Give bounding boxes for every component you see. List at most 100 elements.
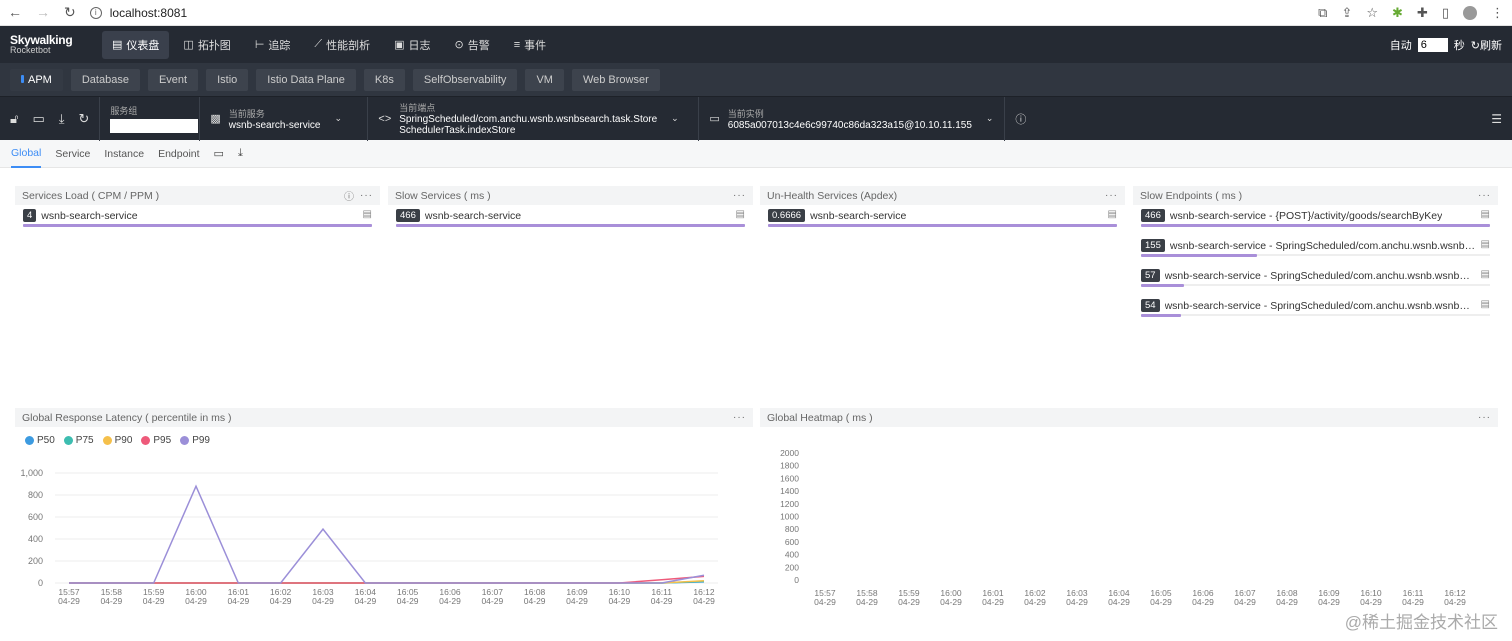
download-icon[interactable]: ⤓	[238, 147, 243, 160]
nav-item-1[interactable]: ◫ 拓扑图	[173, 31, 240, 59]
refresh-button[interactable]: ↻刷新	[1471, 37, 1502, 53]
translate-icon[interactable]: ⧉	[1318, 5, 1327, 21]
nav-item-0[interactable]: ▤ 仪表盘	[102, 30, 170, 59]
legend-item[interactable]: P50	[25, 435, 55, 446]
heatmap-panel: Global Heatmap ( ms ) ··· 0 200 400 600 800 1…	[760, 408, 1498, 633]
refresh-interval-input[interactable]: 6	[1417, 37, 1448, 52]
sync-icon[interactable]: ↻	[78, 111, 89, 127]
service-group-label: 服务组	[110, 106, 138, 116]
info-icon[interactable]: ⓘ	[1015, 111, 1026, 127]
item-name: wsnb-search-service	[810, 209, 907, 222]
copy-icon[interactable]: ▤	[1481, 299, 1490, 310]
puzzle-icon[interactable]: ✚	[1417, 5, 1428, 21]
layer-tab-3[interactable]: Istio	[206, 68, 249, 91]
panel-header: Global Heatmap ( ms ) ···	[760, 408, 1498, 427]
subtab-3[interactable]: Endpoint	[158, 141, 199, 167]
legend-label: P90	[114, 435, 133, 446]
endpoint-selector[interactable]: <> 当前端点 SpringScheduled/com.anchu.wsnb.w…	[367, 96, 698, 141]
address-bar[interactable]: i localhost:8081	[89, 6, 187, 20]
list-item-line: 466 wsnb-search-service - {POST}/activity…	[1141, 205, 1490, 222]
legend-swatch	[180, 436, 190, 445]
forward-icon[interactable]: →	[36, 4, 50, 21]
copy-icon[interactable]: ▤	[1481, 209, 1490, 220]
copy-icon[interactable]: ▤	[363, 209, 372, 220]
more-icon[interactable]: ···	[1105, 190, 1118, 201]
endpoint-value-line2: SchedulerTask.indexStore	[399, 125, 516, 136]
extension-icon[interactable]: ✱	[1392, 5, 1403, 21]
share-icon[interactable]: ⇪	[1341, 5, 1352, 21]
series-line-p95[interactable]	[69, 575, 705, 584]
nav-item-2[interactable]: ⊢ 追踪	[245, 31, 301, 59]
legend-item[interactable]: P99	[180, 435, 210, 446]
avatar[interactable]	[1463, 5, 1477, 20]
value-badge: 155	[1141, 239, 1165, 252]
layer-tab-1[interactable]: Database	[70, 68, 140, 91]
panel-title: Global Response Latency ( percentile in …	[22, 411, 232, 424]
legend-item[interactable]: P90	[102, 435, 133, 446]
copy-icon[interactable]: ▤	[1108, 209, 1117, 220]
instance-selector[interactable]: ▭ 当前实例 6085a007013c4e6c99740c86da323a15@…	[698, 96, 1004, 141]
list-item[interactable]: 466 wsnb-search-service ▤	[388, 205, 753, 235]
folder-icon[interactable]: ▭	[214, 147, 224, 160]
legend-item[interactable]: P95	[141, 435, 171, 446]
layer-tab-5[interactable]: K8s	[363, 68, 405, 91]
panel-title: Services Load ( CPM / PPM )	[22, 189, 160, 202]
subtab-0[interactable]: Global	[11, 140, 42, 168]
more-icon[interactable]: ···	[733, 412, 746, 423]
nav-item-label: 追踪	[268, 39, 291, 52]
list-item[interactable]: 54 wsnb-search-service - SpringScheduled/…	[1133, 295, 1498, 325]
subtab-1[interactable]: Service	[55, 141, 90, 167]
collapse-menu-icon[interactable]: ☰	[1491, 112, 1512, 126]
more-icon[interactable]: ···	[733, 190, 746, 201]
site-info-icon[interactable]: i	[89, 6, 102, 19]
y-tick-label: 0	[794, 575, 799, 585]
info-icon[interactable]: ⓘ	[344, 188, 354, 203]
panel-header: Slow Services ( ms ) ···	[388, 186, 753, 205]
series-line-p99[interactable]	[69, 484, 705, 584]
service-group-input[interactable]	[110, 119, 199, 133]
browser-toolbar: ← → ↻ i localhost:8081 ⧉ ⇪ ☆ ✱ ✚ ▯ ⋮	[0, 0, 1512, 26]
nav-item-4[interactable]: ▣ 日志	[384, 31, 440, 59]
copy-icon[interactable]: ▤	[736, 209, 745, 220]
layer-tab-8[interactable]: Web Browser	[571, 68, 660, 91]
nav-item-6[interactable]: ≡ 事件	[504, 31, 556, 59]
more-icon[interactable]: ···	[1478, 190, 1491, 201]
sidepanel-icon[interactable]: ▯	[1442, 5, 1449, 21]
layer-tab-0[interactable]: APM	[10, 68, 63, 91]
info-selector[interactable]: ⓘ	[1004, 96, 1034, 141]
list-item[interactable]: 466 wsnb-search-service - {POST}/activity…	[1133, 205, 1498, 235]
endpoint-label: 当前端点	[399, 103, 436, 113]
more-icon[interactable]: ···	[360, 190, 373, 201]
copy-icon[interactable]: ▤	[1481, 269, 1490, 280]
legend-item[interactable]: P75	[63, 435, 94, 446]
service-group-selector[interactable]: 服务组	[99, 96, 199, 141]
subtab-2[interactable]: Instance	[104, 141, 144, 167]
nav-item-3[interactable]: ⟋ 性能剖析	[304, 31, 380, 59]
service-selector[interactable]: ▩ 当前服务 wsnb-search-service ⌄	[199, 96, 367, 141]
folder-icon[interactable]: ▭	[32, 111, 44, 127]
x-tick-label: 16:00 04-29	[940, 588, 962, 607]
list-item-line: 4 wsnb-search-service	[23, 205, 372, 222]
kebab-menu-icon[interactable]: ⋮	[1491, 5, 1504, 21]
legend-swatch	[63, 436, 73, 445]
layer-tab-6[interactable]: SelfObservability	[412, 68, 518, 91]
more-icon[interactable]: ···	[1478, 412, 1491, 423]
layer-tab-7[interactable]: VM	[525, 68, 564, 91]
list-item[interactable]: 4 wsnb-search-service ▤	[15, 205, 380, 235]
list-item[interactable]: 57 wsnb-search-service - SpringScheduled/…	[1133, 265, 1498, 295]
download-icon[interactable]: ⤓	[59, 111, 65, 127]
layer-tab-2[interactable]: Event	[147, 68, 199, 91]
list-item[interactable]: 155 wsnb-search-service - SpringScheduled…	[1133, 235, 1498, 265]
y-tick-label: 1000	[780, 512, 799, 522]
list-item[interactable]: 0.6666 wsnb-search-service ▤	[760, 205, 1125, 235]
lock-icon[interactable]: 🔓︎	[10, 111, 18, 127]
layer-tab-4[interactable]: Istio Data Plane	[256, 68, 356, 91]
reload-icon[interactable]: ↻	[64, 4, 76, 21]
nav-item-5[interactable]: ⊙ 告警	[445, 31, 500, 59]
alarm-icon: ⊙	[454, 39, 464, 51]
copy-icon[interactable]: ▤	[1481, 239, 1490, 250]
bookmark-star-icon[interactable]: ☆	[1366, 5, 1378, 21]
back-icon[interactable]: ←	[8, 4, 22, 21]
nav-item-label: 事件	[524, 39, 547, 52]
main-menu: ▤ 仪表盘 ◫ 拓扑图 ⊢ 追踪 ⟋ 性能剖析 ▣ 日志 ⊙ 告警 ≡ 事件	[102, 30, 556, 59]
